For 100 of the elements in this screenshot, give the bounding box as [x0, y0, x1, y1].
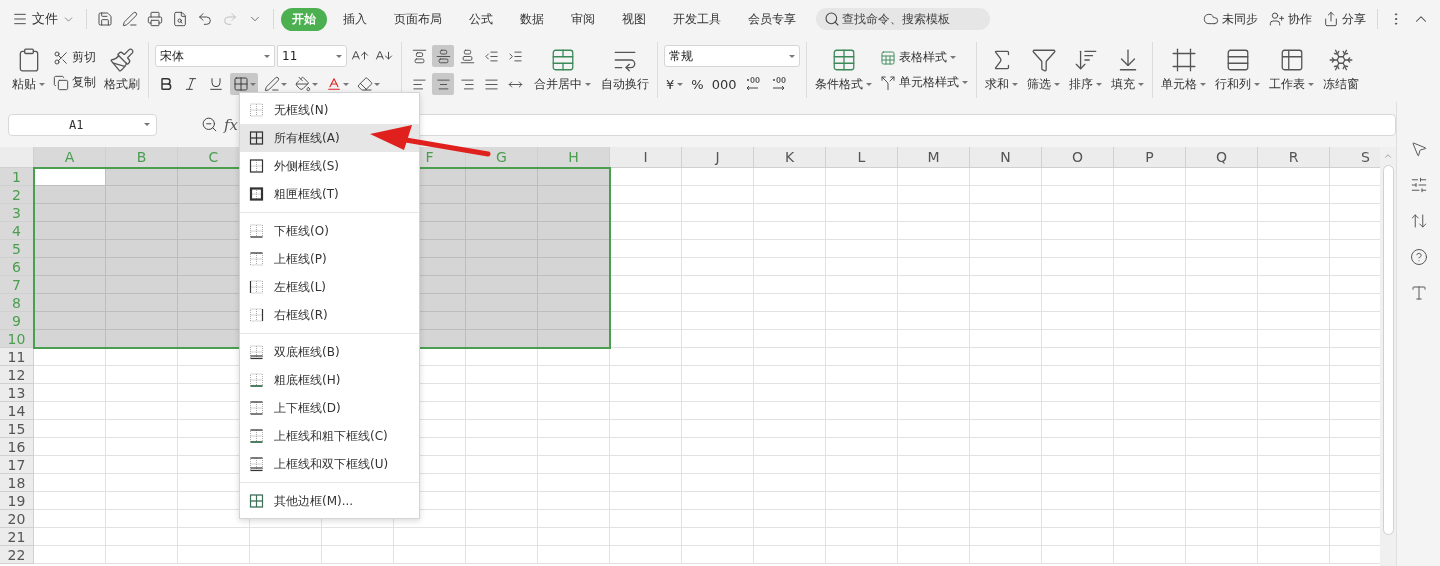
- ribbon-tab[interactable]: 插入: [332, 7, 378, 31]
- menu-item[interactable]: 粗底框线(H): [240, 366, 419, 394]
- row-header[interactable]: 15: [0, 420, 34, 438]
- number-format-field[interactable]: 常规: [664, 45, 800, 67]
- selected-cell[interactable]: [538, 294, 610, 312]
- paste-button[interactable]: 粘贴: [10, 47, 47, 93]
- menu-item[interactable]: 上框线和双下框线(U): [240, 450, 419, 478]
- selected-cell[interactable]: [106, 294, 178, 312]
- selected-cell[interactable]: [538, 330, 610, 348]
- menu-item[interactable]: 左框线(L): [240, 273, 419, 301]
- menu-item[interactable]: 其他边框(M)...: [240, 487, 419, 515]
- format-painter-button[interactable]: 格式刷: [102, 47, 142, 93]
- align-middle-button[interactable]: [432, 45, 454, 67]
- menu-item[interactable]: 粗匣框线(T): [240, 180, 419, 208]
- selected-cell[interactable]: [106, 222, 178, 240]
- selected-cell[interactable]: [34, 222, 106, 240]
- menu-item[interactable]: 右框线(R): [240, 301, 419, 329]
- rows-columns-button[interactable]: 行和列: [1213, 47, 1262, 93]
- selected-cell[interactable]: [538, 186, 610, 204]
- row-header[interactable]: 13: [0, 384, 34, 402]
- selected-cell[interactable]: [106, 258, 178, 276]
- selected-cell[interactable]: [538, 222, 610, 240]
- selected-cell[interactable]: [106, 240, 178, 258]
- worksheet-button[interactable]: 工作表: [1267, 47, 1316, 93]
- sum-button[interactable]: 求和: [983, 47, 1020, 93]
- selected-cell[interactable]: [538, 204, 610, 222]
- search-field[interactable]: 查找命令、搜索模板: [816, 8, 990, 30]
- row-header[interactable]: 14: [0, 402, 34, 420]
- row-header[interactable]: 19: [0, 492, 34, 510]
- selected-cell[interactable]: [466, 276, 538, 294]
- selected-cell[interactable]: [466, 294, 538, 312]
- file-menu[interactable]: 文件: [8, 8, 79, 30]
- font-size-field[interactable]: 11: [277, 45, 347, 67]
- column-header[interactable]: S: [1330, 147, 1380, 168]
- selected-cell[interactable]: [538, 258, 610, 276]
- name-box[interactable]: A1: [8, 113, 157, 136]
- percent-button[interactable]: %: [689, 75, 706, 93]
- column-header[interactable]: N: [970, 147, 1042, 168]
- vertical-scrollbar[interactable]: [1380, 147, 1396, 566]
- row-header[interactable]: 11: [0, 348, 34, 366]
- selected-cell[interactable]: [466, 258, 538, 276]
- copy-button[interactable]: 复制: [51, 73, 98, 92]
- wrap-text-button[interactable]: 自动换行: [599, 47, 651, 93]
- ribbon-tab[interactable]: 开发工具: [662, 7, 732, 31]
- selected-cell[interactable]: [34, 276, 106, 294]
- selected-cell[interactable]: [34, 312, 106, 330]
- conditional-format-button[interactable]: 条件格式: [813, 47, 874, 93]
- selected-cell[interactable]: [106, 276, 178, 294]
- ribbon-tab[interactable]: 视图: [611, 7, 657, 31]
- selected-cell[interactable]: [538, 240, 610, 258]
- column-header[interactable]: L: [826, 147, 898, 168]
- selected-cell[interactable]: [466, 186, 538, 204]
- row-header[interactable]: 20: [0, 510, 34, 528]
- selected-cell[interactable]: [106, 312, 178, 330]
- select-all-corner[interactable]: [0, 147, 34, 168]
- ribbon-tab[interactable]: 会员专享: [737, 7, 807, 31]
- selected-cell[interactable]: [106, 330, 178, 348]
- selected-cell[interactable]: [466, 204, 538, 222]
- selected-cell[interactable]: [34, 330, 106, 348]
- cell-style-button[interactable]: 单元格样式: [878, 73, 970, 92]
- selected-cell[interactable]: [34, 294, 106, 312]
- menu-item[interactable]: 上框线和粗下框线(C): [240, 422, 419, 450]
- menu-item[interactable]: 上框线(P): [240, 245, 419, 273]
- column-header[interactable]: M: [898, 147, 970, 168]
- column-header[interactable]: P: [1114, 147, 1186, 168]
- borders-button[interactable]: [230, 73, 258, 95]
- cut-button[interactable]: 剪切: [51, 48, 98, 67]
- menu-item[interactable]: 双底框线(B): [240, 338, 419, 366]
- function-label[interactable]: fx: [224, 115, 238, 134]
- selected-cell[interactable]: [34, 240, 106, 258]
- column-header[interactable]: K: [754, 147, 826, 168]
- column-header[interactable]: O: [1042, 147, 1114, 168]
- currency-button[interactable]: ¥: [664, 75, 686, 93]
- share-button[interactable]: 分享: [1319, 8, 1370, 30]
- column-header[interactable]: R: [1258, 147, 1330, 168]
- row-header[interactable]: 21: [0, 528, 34, 546]
- ribbon-tab[interactable]: 审阅: [560, 7, 606, 31]
- selected-cell[interactable]: [34, 186, 106, 204]
- column-header[interactable]: J: [682, 147, 754, 168]
- selected-cell[interactable]: [538, 276, 610, 294]
- selected-cell[interactable]: [34, 258, 106, 276]
- ribbon-tab[interactable]: 页面布局: [383, 7, 453, 31]
- selected-cell[interactable]: [466, 312, 538, 330]
- selected-cell[interactable]: [106, 204, 178, 222]
- table-style-button[interactable]: 表格样式: [878, 48, 970, 67]
- collaborate-button[interactable]: 协作: [1265, 8, 1316, 30]
- font-name-field[interactable]: 宋体: [155, 45, 275, 67]
- cell-button[interactable]: 单元格: [1159, 47, 1208, 93]
- ribbon-tab[interactable]: 数据: [509, 7, 555, 31]
- selected-cell[interactable]: [466, 330, 538, 348]
- merge-center-button[interactable]: 合并居中: [532, 47, 593, 93]
- selected-cell[interactable]: [538, 312, 610, 330]
- selected-cell[interactable]: [466, 240, 538, 258]
- row-header[interactable]: 12: [0, 366, 34, 384]
- selected-cell[interactable]: [466, 222, 538, 240]
- menu-item[interactable]: 上下框线(D): [240, 394, 419, 422]
- freeze-panes-button[interactable]: 冻结窗: [1321, 47, 1361, 93]
- column-header[interactable]: I: [610, 147, 682, 168]
- row-header[interactable]: 17: [0, 456, 34, 474]
- row-header[interactable]: 22: [0, 546, 34, 564]
